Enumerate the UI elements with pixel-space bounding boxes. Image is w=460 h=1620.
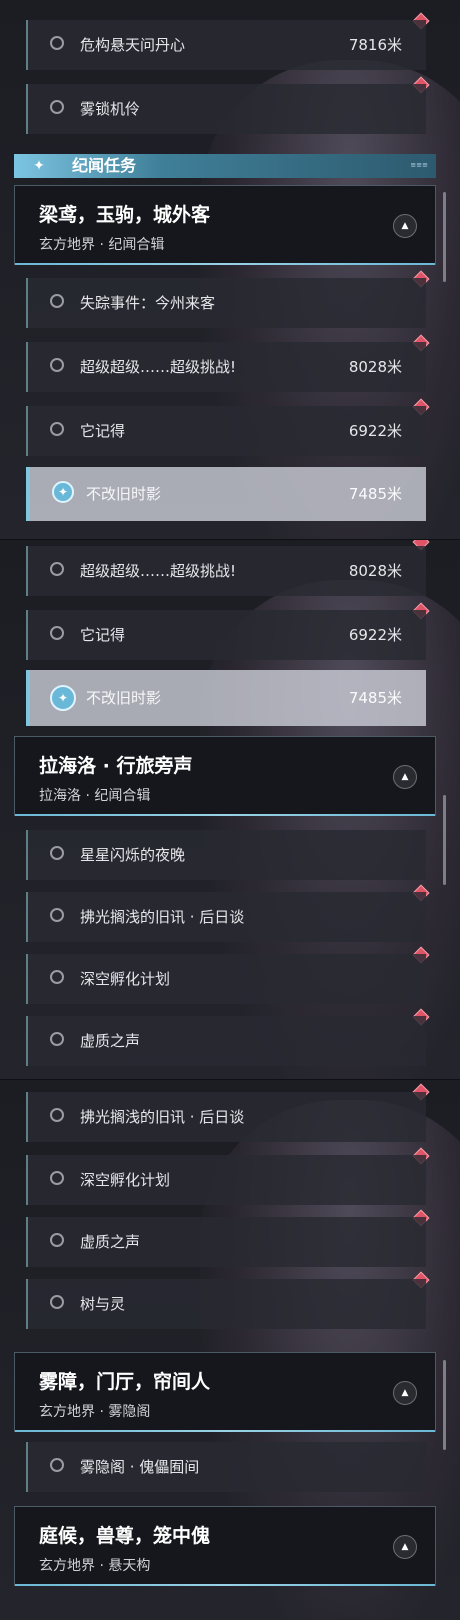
quest-distance: 8028米 <box>348 358 402 376</box>
radio-circle-icon <box>50 1032 64 1046</box>
quest-label: 树与灵 <box>80 1295 126 1313</box>
quest-label: 不改旧时影 <box>86 689 162 707</box>
quest-row[interactable]: 超级超级……超级挑战! 8028米 <box>26 546 426 596</box>
quest-distance: 7485米 <box>348 485 402 503</box>
chevron-up-icon[interactable]: ▲ <box>393 214 417 238</box>
quest-list-panel-3: 拂光搁浅的旧讯 · 后日谈 深空孵化计划 虚质之声 树与灵 雾障，门厅，帘间人 … <box>0 1080 460 1620</box>
quest-group-header[interactable]: 拉海洛 · 行旅旁声 拉海洛 · 纪闻合辑 ▲ <box>14 736 436 816</box>
radio-circle-icon <box>50 1108 64 1122</box>
radio-circle-icon <box>50 908 64 922</box>
quest-label: 危构悬天问丹心 <box>80 36 186 54</box>
quest-label: 不改旧时影 <box>86 485 162 503</box>
chevron-up-icon[interactable]: ▲ <box>393 765 417 789</box>
radio-circle-icon <box>50 358 64 372</box>
radio-circle-icon <box>50 626 64 640</box>
quest-label: 它记得 <box>80 626 126 644</box>
chevron-up-icon[interactable]: ▲ <box>393 1381 417 1405</box>
quest-group-header[interactable]: 庭候，兽尊，笼中傀 玄方地界 · 悬天构 ▲ <box>14 1506 436 1586</box>
quest-list-panel-1: 危构悬天问丹心 7816米 雾锁机伶 ✦ 纪闻任务 ≡≡≡ 梁鸢，玉驹，城外客 … <box>0 0 460 540</box>
radio-circle-icon <box>50 1295 64 1309</box>
radio-circle-icon <box>50 846 64 860</box>
quest-row[interactable]: 它记得 6922米 <box>26 406 426 456</box>
quest-label: 虚质之声 <box>80 1233 141 1251</box>
quest-label: 雾隐阁 · 傀儡囿间 <box>80 1458 200 1476</box>
quest-row[interactable]: 雾锁机伶 <box>26 84 426 134</box>
quest-group-header[interactable]: 雾障，门厅，帘间人 玄方地界 · 雾隐阁 ▲ <box>14 1352 436 1432</box>
quest-row[interactable]: 危构悬天问丹心 7816米 <box>26 20 426 70</box>
quest-distance: 6922米 <box>348 626 402 644</box>
radio-circle-icon <box>50 970 64 984</box>
radio-circle-icon <box>50 36 64 50</box>
group-subtitle: 玄方地界 · 雾隐阁 <box>39 1404 151 1420</box>
quest-list-panel-2: 超级超级……超级挑战! 8028米 它记得 6922米 ✦ 不改旧时影 7485… <box>0 540 460 1080</box>
quest-distance: 7816米 <box>348 36 402 54</box>
group-underline <box>15 814 435 816</box>
section-title: 纪闻任务 <box>72 156 137 175</box>
group-subtitle: 玄方地界 · 纪闻合辑 <box>39 237 165 253</box>
quest-label: 星星闪烁的夜晚 <box>80 846 186 864</box>
group-underline <box>15 1430 435 1432</box>
quest-distance: 7485米 <box>348 689 402 707</box>
quest-row[interactable]: 拂光搁浅的旧讯 · 后日谈 <box>26 892 426 942</box>
group-subtitle: 玄方地界 · 悬天构 <box>39 1558 151 1574</box>
quest-label: 虚质之声 <box>80 1032 141 1050</box>
scrollbar-thumb[interactable] <box>443 192 446 282</box>
quest-row[interactable]: 失踪事件：今州来客 <box>26 278 426 328</box>
quest-row[interactable]: 树与灵 <box>26 1279 426 1329</box>
group-title: 梁鸢，玉驹，城外客 <box>39 204 211 226</box>
quest-row[interactable]: 它记得 6922米 <box>26 610 426 660</box>
quest-label: 拂光搁浅的旧讯 · 后日谈 <box>80 908 245 926</box>
quest-label: 超级超级……超级挑战! <box>80 562 237 580</box>
group-underline <box>15 1584 435 1586</box>
quest-row[interactable]: 星星闪烁的夜晚 <box>26 830 426 880</box>
quest-label: 拂光搁浅的旧讯 · 后日谈 <box>80 1108 245 1126</box>
radio-circle-icon <box>50 1233 64 1247</box>
quest-label: 深空孵化计划 <box>80 1171 171 1189</box>
radio-circle-icon <box>50 1171 64 1185</box>
quest-row-active[interactable]: ✦ 不改旧时影 7485米 <box>26 670 426 726</box>
quest-row[interactable]: 虚质之声 <box>26 1016 426 1066</box>
quest-row[interactable]: 拂光搁浅的旧讯 · 后日谈 <box>26 1092 426 1142</box>
quest-distance: 8028米 <box>348 562 402 580</box>
quest-group-header[interactable]: 梁鸢，玉驹，城外客 玄方地界 · 纪闻合辑 ▲ <box>14 185 436 265</box>
group-title: 雾障，门厅，帘间人 <box>39 1371 211 1393</box>
group-underline <box>15 263 435 265</box>
group-subtitle: 拉海洛 · 纪闻合辑 <box>39 788 151 804</box>
quest-row-active[interactable]: ✦ 不改旧时影 7485米 <box>26 467 426 521</box>
chevron-up-icon[interactable]: ▲ <box>393 1535 417 1559</box>
quest-row[interactable]: 深空孵化计划 <box>26 954 426 1004</box>
group-title: 拉海洛 · 行旅旁声 <box>39 755 193 777</box>
scrollbar-thumb[interactable] <box>443 795 446 885</box>
quest-row[interactable]: 虚质之声 <box>26 1217 426 1267</box>
quest-label: 深空孵化计划 <box>80 970 171 988</box>
quest-label: 它记得 <box>80 422 126 440</box>
quest-label: 超级超级……超级挑战! <box>80 358 237 376</box>
quest-label: 雾锁机伶 <box>80 100 141 118</box>
four-point-star-icon: ✦ <box>33 158 45 174</box>
navigation-target-icon: ✦ <box>52 481 74 503</box>
radio-circle-icon <box>50 562 64 576</box>
radio-circle-icon <box>50 100 64 114</box>
radio-circle-icon <box>50 422 64 436</box>
quest-row[interactable]: 雾隐阁 · 傀儡囿间 <box>26 1442 426 1492</box>
quest-distance: 6922米 <box>348 422 402 440</box>
radio-circle-icon <box>50 294 64 308</box>
quest-label: 失踪事件：今州来客 <box>80 294 216 312</box>
group-title: 庭候，兽尊，笼中傀 <box>39 1525 211 1547</box>
decorative-lines: ≡≡≡ <box>410 161 428 169</box>
section-header[interactable]: ✦ 纪闻任务 ≡≡≡ <box>14 154 436 178</box>
radio-circle-icon <box>50 1458 64 1472</box>
quest-row[interactable]: 超级超级……超级挑战! 8028米 <box>26 342 426 392</box>
quest-row[interactable]: 深空孵化计划 <box>26 1155 426 1205</box>
navigation-target-icon: ✦ <box>50 685 76 711</box>
scrollbar-thumb[interactable] <box>443 1360 446 1450</box>
